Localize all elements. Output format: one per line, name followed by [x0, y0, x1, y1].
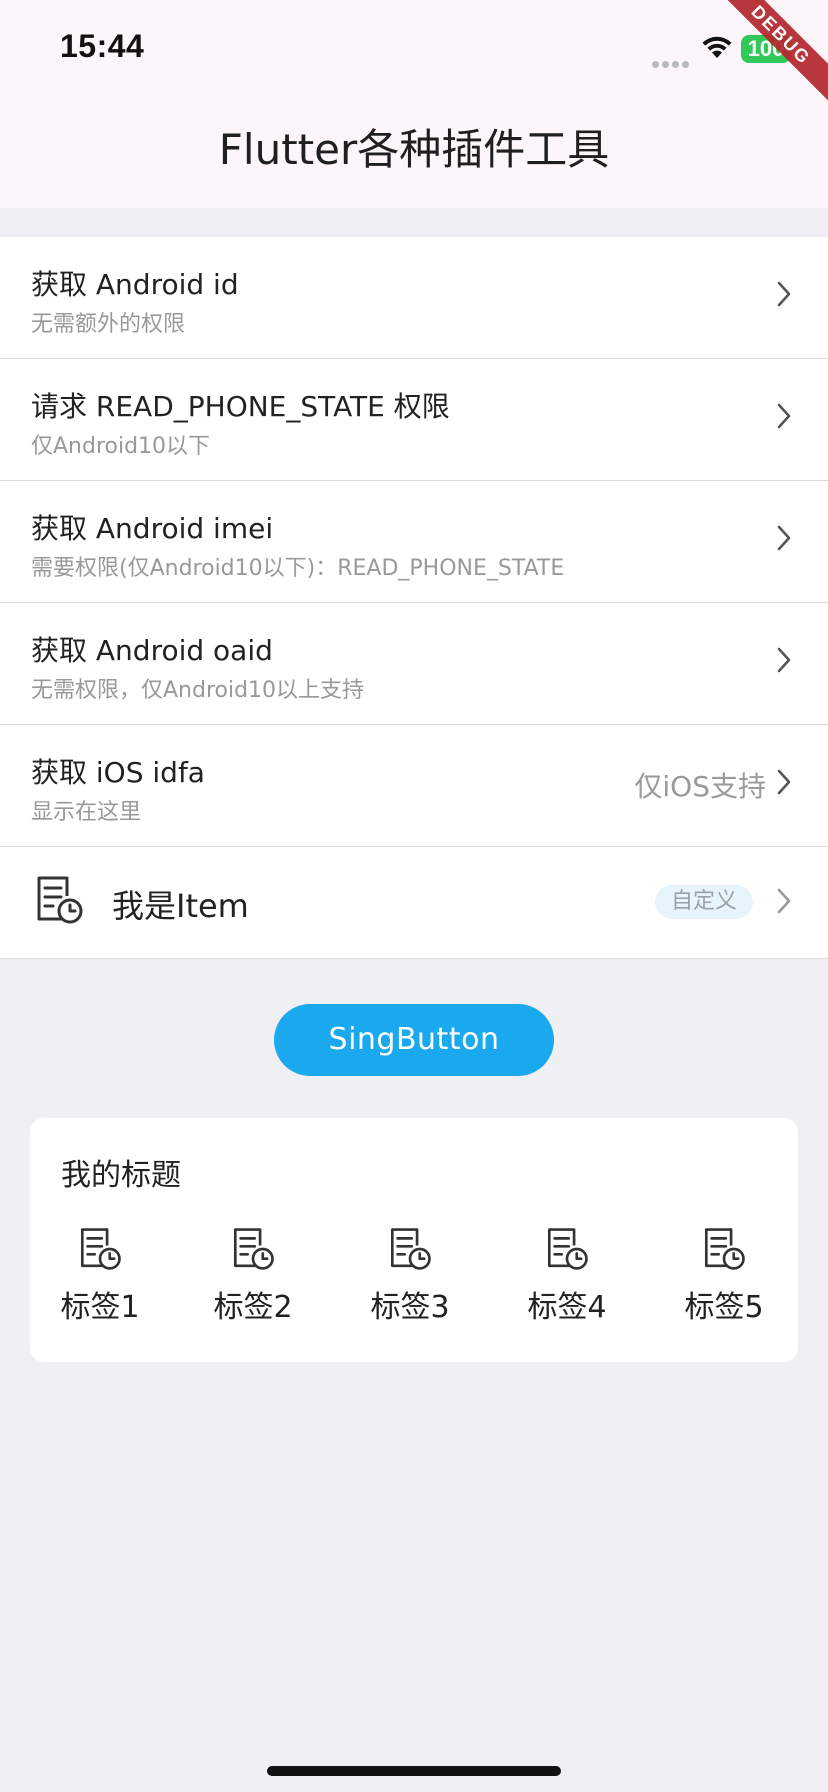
list-item-custom[interactable]: 我是Item 自定义: [0, 847, 828, 959]
custom-badge: 自定义: [654, 885, 753, 919]
list-item-subtitle: 仅Android10以下: [31, 434, 211, 459]
chevron-right-icon: [777, 525, 791, 551]
list-item-title: 获取 iOS idfa: [31, 756, 205, 789]
tag-item-2[interactable]: 标签2: [193, 1226, 313, 1326]
tag-item-5[interactable]: 标签5: [664, 1226, 784, 1326]
document-clock-icon: [547, 1228, 588, 1270]
list-item-subtitle: 无需权限，仅Android10以上支持: [31, 678, 365, 703]
status-time: 15:44: [60, 28, 145, 64]
page-title: Flutter各种插件工具: [218, 125, 610, 174]
card-title: 我的标题: [61, 1158, 181, 1193]
list-item-read-phone-state[interactable]: 请求 READ_PHONE_STATE 权限 仅Android10以下: [0, 359, 828, 481]
tag-item-3[interactable]: 标签3: [350, 1226, 470, 1326]
list-item-value: 仅iOS支持: [634, 770, 766, 803]
list-item-title: 我是Item: [112, 887, 249, 925]
tag-item-4[interactable]: 标签4: [507, 1226, 627, 1326]
tag-grid: 标签1 标签2 标签3 标签4 标签5: [30, 1226, 798, 1346]
list-item-android-imei[interactable]: 获取 Android imei 需要权限(仅Android10以下)：READ_…: [0, 481, 828, 603]
chevron-right-icon: [777, 769, 791, 795]
list-item-android-oaid[interactable]: 获取 Android oaid 无需权限，仅Android10以上支持: [0, 603, 828, 725]
document-clock-icon: [390, 1228, 431, 1270]
document-clock-icon: [80, 1228, 121, 1270]
list-item-subtitle: 显示在这里: [31, 800, 142, 825]
home-indicator[interactable]: [267, 1766, 561, 1776]
wifi-icon: [702, 36, 732, 58]
document-clock-icon: [37, 876, 83, 924]
chevron-right-icon: [777, 281, 791, 307]
tag-label: 标签1: [60, 1290, 140, 1325]
tag-item-1[interactable]: 标签1: [40, 1226, 160, 1326]
list-item-subtitle: 需要权限(仅Android10以下)：READ_PHONE_STATE: [31, 556, 565, 581]
tag-card: 我的标题 标签1 标签2 标签3 标签4 标签5: [30, 1118, 798, 1362]
sing-button[interactable]: SingButton: [274, 1004, 554, 1076]
list-item-ios-idfa[interactable]: 获取 iOS idfa 显示在这里 仅iOS支持: [0, 725, 828, 847]
tag-label: 标签3: [370, 1290, 450, 1325]
document-clock-icon: [704, 1228, 745, 1270]
list-item-title: 获取 Android id: [31, 268, 239, 301]
app-header: 15:44 100 DEBUG Flutter各种插件工具: [0, 0, 828, 208]
tag-label: 标签4: [527, 1290, 607, 1325]
tag-label: 标签5: [684, 1290, 764, 1325]
chevron-right-icon: [777, 403, 791, 429]
chevron-right-icon: [777, 888, 791, 914]
document-clock-icon: [233, 1228, 274, 1270]
list-item-android-id[interactable]: 获取 Android id 无需额外的权限: [0, 237, 828, 359]
chevron-right-icon: [777, 647, 791, 673]
tag-label: 标签2: [213, 1290, 293, 1325]
list-item-title: 获取 Android oaid: [31, 634, 273, 667]
list-item-subtitle: 无需额外的权限: [31, 312, 186, 337]
signal-icon: [652, 53, 692, 68]
list-item-title: 获取 Android imei: [31, 512, 274, 545]
list-item-title: 请求 READ_PHONE_STATE 权限: [31, 390, 450, 423]
settings-list: 获取 Android id 无需额外的权限 请求 READ_PHONE_STAT…: [0, 237, 828, 959]
